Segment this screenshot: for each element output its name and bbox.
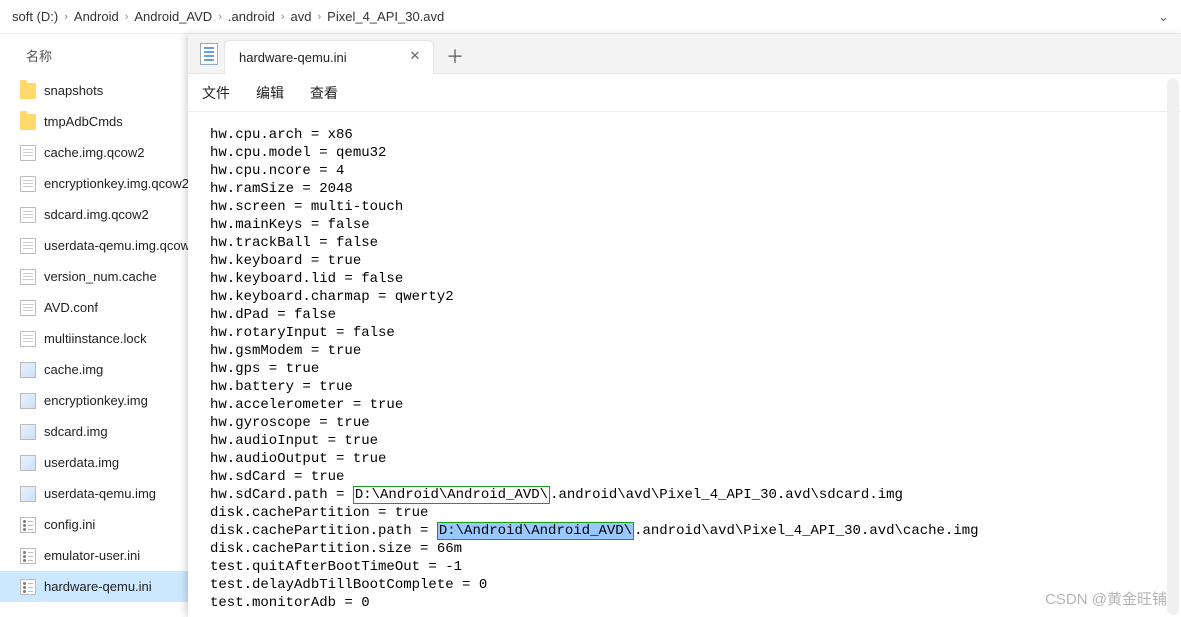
chevron-right-icon: › [318,11,322,23]
breadcrumb-item[interactable]: soft (D:) [12,9,58,24]
menu-view[interactable]: 查看 [310,83,338,103]
file-name: emulator-user.ini [44,548,140,563]
breadcrumb-item[interactable]: Android_AVD [134,9,212,24]
folder-icon [20,114,36,130]
breadcrumb-item[interactable]: Android [74,9,119,24]
close-icon[interactable]: ✕ [407,49,423,65]
menu-file[interactable]: 文件 [202,83,230,103]
breadcrumb-item[interactable]: .android [228,9,275,24]
file-name: encryptionkey.img.qcow2 [44,176,188,191]
file-row[interactable]: cache.img [0,354,188,385]
column-header-name[interactable]: 名称 [0,40,188,75]
file-row[interactable]: userdata.img [0,447,188,478]
ini-icon [20,517,36,533]
editor-window: hardware-qemu.ini ✕ ＋ 文件 编辑 查看 hw.cpu.ar… [188,34,1181,617]
file-name: sdcard.img [44,424,108,439]
file-name: encryptionkey.img [44,393,148,408]
img-icon [20,455,36,471]
highlighted-path: D:\Android\Android_AVD\ [353,486,550,504]
chevron-right-icon: › [218,11,222,23]
file-name: multiinstance.lock [44,331,147,346]
file-row[interactable]: snapshots [0,75,188,106]
file-name: hardware-qemu.ini [44,579,152,594]
ini-icon [20,579,36,595]
file-icon [20,331,36,347]
chevron-down-icon[interactable]: ⌄ [1158,9,1169,25]
file-name: userdata.img [44,455,119,470]
selected-path: D:\Android\Android_AVD\ [437,522,634,540]
file-icon [20,207,36,223]
file-name: version_num.cache [44,269,157,284]
file-row[interactable]: sdcard.img [0,416,188,447]
vertical-scrollbar[interactable] [1167,78,1179,615]
tab-hardware-qemu[interactable]: hardware-qemu.ini ✕ [224,40,434,74]
notepad-icon [200,43,218,65]
tab-title: hardware-qemu.ini [239,50,347,65]
img-icon [20,362,36,378]
file-name: userdata-qemu.img [44,486,156,501]
file-row[interactable]: config.ini [0,509,188,540]
file-row[interactable]: sdcard.img.qcow2 [0,199,188,230]
ini-icon [20,548,36,564]
breadcrumb-item[interactable]: avd [291,9,312,24]
img-icon [20,486,36,502]
watermark: CSDN @黄金旺铺 [1045,588,1167,609]
breadcrumb: soft (D:) › Android › Android_AVD › .and… [0,0,1181,34]
file-name: tmpAdbCmds [44,114,123,129]
file-icon [20,300,36,316]
breadcrumb-item[interactable]: Pixel_4_API_30.avd [327,9,444,24]
chevron-right-icon: › [125,11,129,23]
file-name: userdata-qemu.img.qcow2 [44,238,188,253]
file-name: sdcard.img.qcow2 [44,207,149,222]
file-row[interactable]: userdata-qemu.img [0,478,188,509]
file-name: config.ini [44,517,95,532]
file-row[interactable]: encryptionkey.img.qcow2 [0,168,188,199]
chevron-right-icon: › [64,11,68,23]
file-row[interactable]: encryptionkey.img [0,385,188,416]
file-name: snapshots [44,83,103,98]
file-list-panel: 名称 snapshots tmpAdbCmds cache.img.qcow2 enc… [0,34,188,617]
file-row[interactable]: cache.img.qcow2 [0,137,188,168]
file-row[interactable]: emulator-user.ini [0,540,188,571]
file-name: cache.img [44,362,103,377]
file-icon [20,176,36,192]
file-row[interactable]: multiinstance.lock [0,323,188,354]
tab-bar: hardware-qemu.ini ✕ ＋ [188,34,1181,74]
menu-bar: 文件 编辑 查看 [188,74,1181,112]
file-name: AVD.conf [44,300,98,315]
file-icon [20,238,36,254]
file-name: cache.img.qcow2 [44,145,144,160]
file-row[interactable]: AVD.conf [0,292,188,323]
menu-edit[interactable]: 编辑 [256,83,284,103]
file-icon [20,145,36,161]
file-row[interactable]: userdata-qemu.img.qcow2 [0,230,188,261]
file-row[interactable]: tmpAdbCmds [0,106,188,137]
chevron-right-icon: › [281,11,285,23]
new-tab-button[interactable]: ＋ [440,41,470,71]
editor-content[interactable]: hw.cpu.arch = x86 hw.cpu.model = qemu32 … [188,112,1181,617]
folder-icon [20,83,36,99]
file-icon [20,269,36,285]
img-icon [20,393,36,409]
img-icon [20,424,36,440]
file-row[interactable]: hardware-qemu.ini [0,571,188,602]
file-row[interactable]: version_num.cache [0,261,188,292]
